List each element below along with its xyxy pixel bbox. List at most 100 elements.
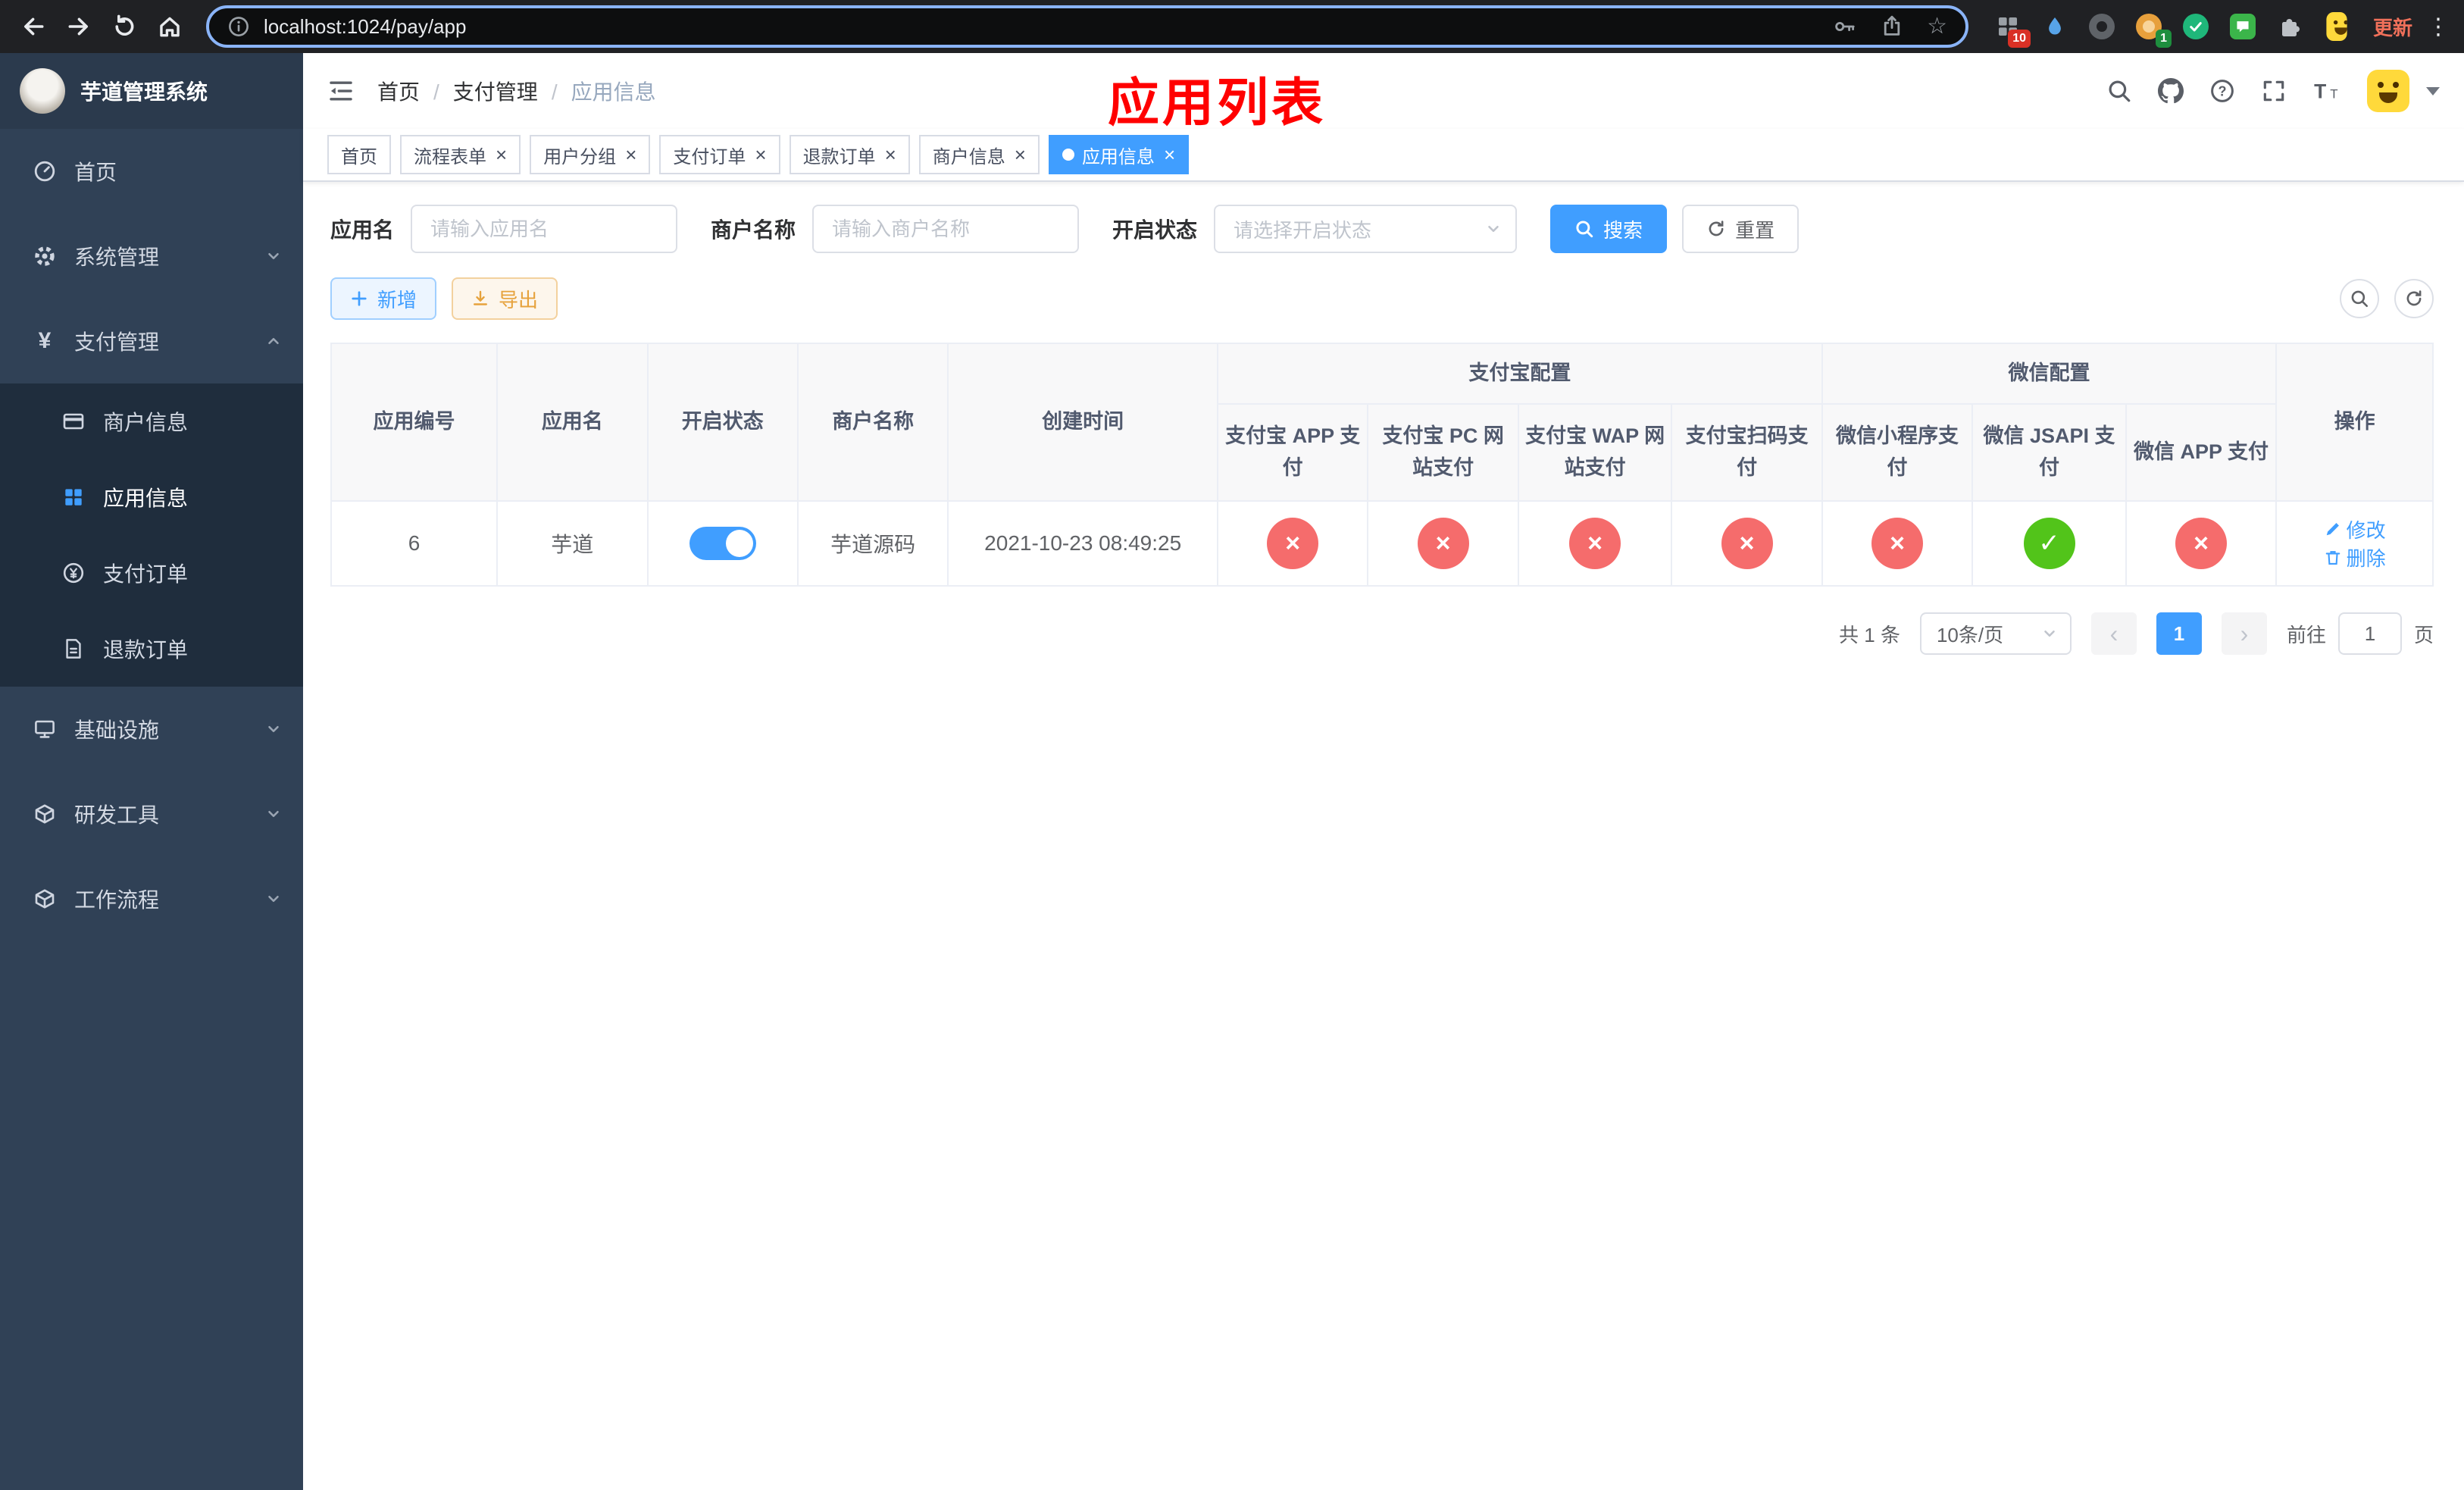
tag-process-form[interactable]: 流程表单 xyxy=(400,135,521,174)
search-button[interactable]: 搜索 xyxy=(1550,205,1668,253)
yen-icon xyxy=(32,330,58,352)
chevron-down-icon xyxy=(265,806,282,822)
fullscreen-icon[interactable] xyxy=(2261,78,2287,104)
profile-extension-icon[interactable]: 1 xyxy=(2134,11,2172,48)
avatar-caret-icon[interactable] xyxy=(2426,86,2440,95)
share-icon[interactable] xyxy=(1880,14,1904,39)
next-page-button[interactable] xyxy=(2221,612,2267,655)
col-operations: 操作 xyxy=(2275,343,2434,502)
tag-home[interactable]: 首页 xyxy=(327,135,391,174)
tag-app-info[interactable]: 应用信息 xyxy=(1048,135,1190,174)
add-button[interactable]: 新增 xyxy=(330,277,437,320)
config-status-icon: × xyxy=(1871,518,1924,569)
url-text[interactable]: localhost:1024/pay/app xyxy=(264,15,1819,39)
browser-forward-button[interactable] xyxy=(58,5,100,48)
tag-refund-orders[interactable]: 退款订单 xyxy=(789,135,910,174)
search-icon[interactable] xyxy=(2106,78,2132,104)
edit-link[interactable]: 修改 xyxy=(2324,515,2386,543)
export-button[interactable]: 导出 xyxy=(452,277,558,320)
close-icon[interactable] xyxy=(496,145,507,164)
chevron-up-icon xyxy=(265,333,282,349)
help-icon[interactable]: ? xyxy=(2209,78,2235,104)
browser-back-button[interactable] xyxy=(12,5,55,48)
status-switch[interactable] xyxy=(689,527,756,560)
config-status-icon: × xyxy=(1267,518,1319,569)
sidebar: 芋道管理系统 首页 系统管理 支付管理 xyxy=(0,53,303,1490)
sidebar-item-app-info[interactable]: 应用信息 xyxy=(0,459,303,535)
tag-pay-orders[interactable]: 支付订单 xyxy=(659,135,780,174)
chevron-down-icon xyxy=(265,721,282,737)
sidebar-item-system[interactable]: 系统管理 xyxy=(0,214,303,299)
breadcrumb-payment[interactable]: 支付管理 xyxy=(453,76,558,106)
blocks-extension-icon[interactable]: 10 xyxy=(1993,11,2031,48)
sidebar-item-infrastructure[interactable]: 基础设施 xyxy=(0,687,303,772)
prev-page-button[interactable] xyxy=(2090,612,2137,655)
hamburger-icon[interactable] xyxy=(327,77,355,105)
merchant-name-input[interactable] xyxy=(812,205,1080,253)
reset-button[interactable]: 重置 xyxy=(1682,205,1800,253)
breadcrumb-home[interactable]: 首页 xyxy=(377,76,439,106)
col-created: 创建时间 xyxy=(947,343,1218,502)
delete-link[interactable]: 删除 xyxy=(2324,543,2386,571)
font-size-icon[interactable]: TT xyxy=(2312,78,2341,104)
sidebar-item-merchant-info[interactable]: 商户信息 xyxy=(0,383,303,459)
refresh-icon[interactable] xyxy=(2394,279,2434,318)
avatar[interactable] xyxy=(2367,70,2409,112)
box-icon xyxy=(32,802,58,826)
address-bar[interactable]: localhost:1024/pay/app xyxy=(206,5,1968,48)
cell-created: 2021-10-23 08:49:25 xyxy=(947,500,1218,587)
group-wechat-config: 微信配置 xyxy=(1821,343,2278,405)
sidebar-item-pay-orders[interactable]: 支付订单 xyxy=(0,535,303,611)
svg-text:T: T xyxy=(2314,80,2326,103)
site-info-icon[interactable] xyxy=(227,15,250,38)
github-icon[interactable] xyxy=(2158,78,2184,104)
dashboard-icon xyxy=(32,159,58,183)
browser-reload-button[interactable] xyxy=(103,5,145,48)
chat-extension-icon[interactable] xyxy=(2228,11,2258,42)
toolbar: 新增 导出 xyxy=(330,277,2434,320)
face-extension-icon[interactable] xyxy=(2322,11,2352,42)
cell-app-name: 芋道 xyxy=(496,500,649,587)
tag-merchant-info[interactable]: 商户信息 xyxy=(918,135,1040,174)
config-status-icon: ✓ xyxy=(2023,518,2075,569)
sidebar-item-home[interactable]: 首页 xyxy=(0,129,303,214)
status-select[interactable]: 请选择开启状态 xyxy=(1214,205,1518,253)
close-icon[interactable] xyxy=(885,145,896,164)
toggle-search-icon[interactable] xyxy=(2340,279,2379,318)
col-app-name: 应用名 xyxy=(496,343,649,502)
goto-page-input[interactable] xyxy=(2337,612,2402,655)
sidebar-item-dev-tools[interactable]: 研发工具 xyxy=(0,772,303,856)
logo-avatar xyxy=(20,68,65,114)
bookmark-star-icon[interactable] xyxy=(1927,14,1947,39)
chevron-down-icon xyxy=(1485,221,1502,237)
app-name-input[interactable] xyxy=(411,205,678,253)
green-circle-extension-icon[interactable] xyxy=(2181,11,2211,42)
page-1-button[interactable]: 1 xyxy=(2156,612,2202,655)
dark-circle-extension-icon[interactable] xyxy=(2087,11,2117,42)
sidebar-item-payment[interactable]: 支付管理 xyxy=(0,299,303,383)
extensions-row: 10 1 xyxy=(1984,11,2361,48)
profile-badge: 1 xyxy=(2156,30,2172,48)
page-content: 应用名 商户名称 开启状态 请选择开启状态 xyxy=(303,182,2464,1490)
close-icon[interactable] xyxy=(1015,145,1026,164)
browser-menu-icon[interactable] xyxy=(2425,14,2452,40)
sidebar-item-refund-orders[interactable]: 退款订单 xyxy=(0,611,303,687)
close-icon[interactable] xyxy=(625,145,636,164)
merchant-name-label: 商户名称 xyxy=(711,218,796,242)
pagination: 共 1 条 10条/页 1 前往 页 xyxy=(330,612,2434,655)
browser-home-button[interactable] xyxy=(149,5,191,48)
cell-app-id: 6 xyxy=(330,500,499,587)
puzzle-extension-icon[interactable] xyxy=(2275,11,2305,42)
tag-user-group[interactable]: 用户分组 xyxy=(530,135,651,174)
password-key-icon[interactable] xyxy=(1833,14,1857,39)
browser-update-button[interactable]: 更新 xyxy=(2364,7,2422,47)
sidebar-item-workflow[interactable]: 工作流程 xyxy=(0,856,303,941)
page-size-select[interactable]: 10条/页 xyxy=(1919,612,2072,655)
goto-prefix: 前往 xyxy=(2286,623,2326,646)
drop-extension-icon[interactable] xyxy=(2040,11,2070,42)
close-icon[interactable] xyxy=(755,145,766,164)
app-table: 应用编号 应用名 开启状态 商户名称 创建时间 支付宝配置 微信配置 操作 支付… xyxy=(330,343,2434,587)
close-icon[interactable] xyxy=(1164,145,1175,164)
sidebar-logo[interactable]: 芋道管理系统 xyxy=(0,53,303,129)
chevron-down-icon xyxy=(265,248,282,265)
